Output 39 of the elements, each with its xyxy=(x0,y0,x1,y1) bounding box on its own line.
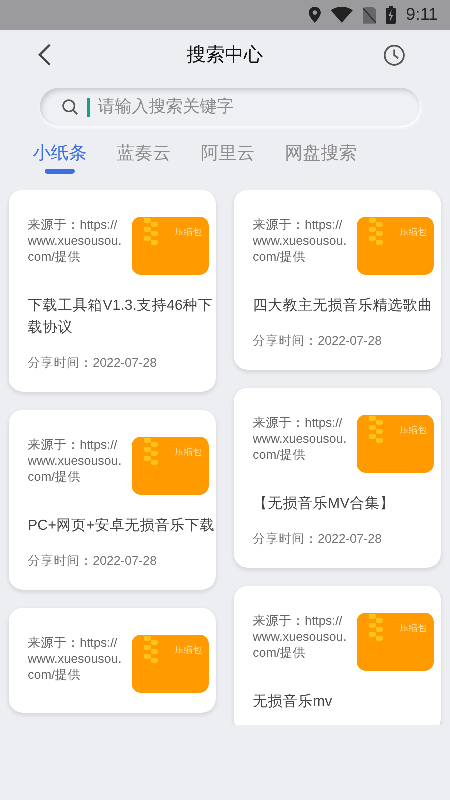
battery-icon xyxy=(386,6,396,24)
archive-label: 压缩包 xyxy=(400,226,427,239)
result-card[interactable]: 来源于：https://www.xuesousou.com/提供 压缩包 【无损音乐MV合集】 分享时间：2022-07-28 xyxy=(234,388,441,568)
result-card[interactable]: 来源于：https://www.xuesousou.com/提供 压缩包 下载工具箱V1.3.支持46种下载协议 分享时间：2022-07-28 xyxy=(9,190,216,392)
archive-label: 压缩包 xyxy=(175,446,202,459)
share-date: 分享时间：2022-07-28 xyxy=(253,531,383,548)
archive-label: 压缩包 xyxy=(175,644,202,657)
archive-label: 压缩包 xyxy=(400,622,427,635)
tab[interactable]: 小纸条 xyxy=(33,140,87,174)
result-card[interactable]: 来源于：https://www.xuesousou.com/提供 压缩包 无损音乐mv xyxy=(234,586,441,725)
result-card[interactable]: 来源于：https://www.xuesousou.com/提供 压缩包 xyxy=(9,608,216,713)
back-icon[interactable] xyxy=(38,43,52,67)
result-card[interactable]: 来源于：https://www.xuesousou.com/提供 压缩包 四大教主无损音乐精选歌曲 分享时间：2022-07-28 xyxy=(234,190,441,370)
card-title: PC+网页+安卓无损音乐下载 xyxy=(28,516,216,536)
source-text: 来源于：https://www.xuesousou.com/提供 xyxy=(28,217,123,265)
source-text: 来源于：https://www.xuesousou.com/提供 xyxy=(28,437,123,485)
archive-label: 压缩包 xyxy=(175,226,202,239)
clock-icon[interactable] xyxy=(383,44,406,66)
card-title: 四大教主无损音乐精选歌曲 xyxy=(253,296,434,316)
source-text: 来源于：https://www.xuesousou.com/提供 xyxy=(28,635,123,683)
result-card[interactable]: 来源于：https://www.xuesousou.com/提供 压缩包 PC+网页+安卓无损音乐下载 分享时间：2022-07-28 xyxy=(9,410,216,590)
share-date: 分享时间：2022-07-28 xyxy=(28,553,158,570)
page-title: 搜索中心 xyxy=(186,43,264,68)
text-cursor xyxy=(87,98,90,116)
search-icon xyxy=(62,98,79,116)
share-date: 分享时间：2022-07-28 xyxy=(28,355,158,372)
archive-label: 压缩包 xyxy=(400,424,427,437)
wifi-icon xyxy=(331,7,354,23)
search-field[interactable]: 请输入搜索关键字 xyxy=(98,97,358,117)
card-title: 【无损音乐MV合集】 xyxy=(253,494,396,514)
source-text: 来源于：https://www.xuesousou.com/提供 xyxy=(253,613,348,661)
card-title: 无损音乐mv xyxy=(253,692,334,712)
location-icon xyxy=(309,7,322,23)
source-text: 来源于：https://www.xuesousou.com/提供 xyxy=(253,415,348,463)
no-sim-icon xyxy=(363,6,376,24)
share-date: 分享时间：2022-07-28 xyxy=(253,333,383,350)
clock-time: 9:11 xyxy=(406,5,438,25)
card-title: 下载工具箱V1.3.支持46种下载协议 xyxy=(28,297,214,338)
source-text: 来源于：https://www.xuesousou.com/提供 xyxy=(253,217,348,265)
